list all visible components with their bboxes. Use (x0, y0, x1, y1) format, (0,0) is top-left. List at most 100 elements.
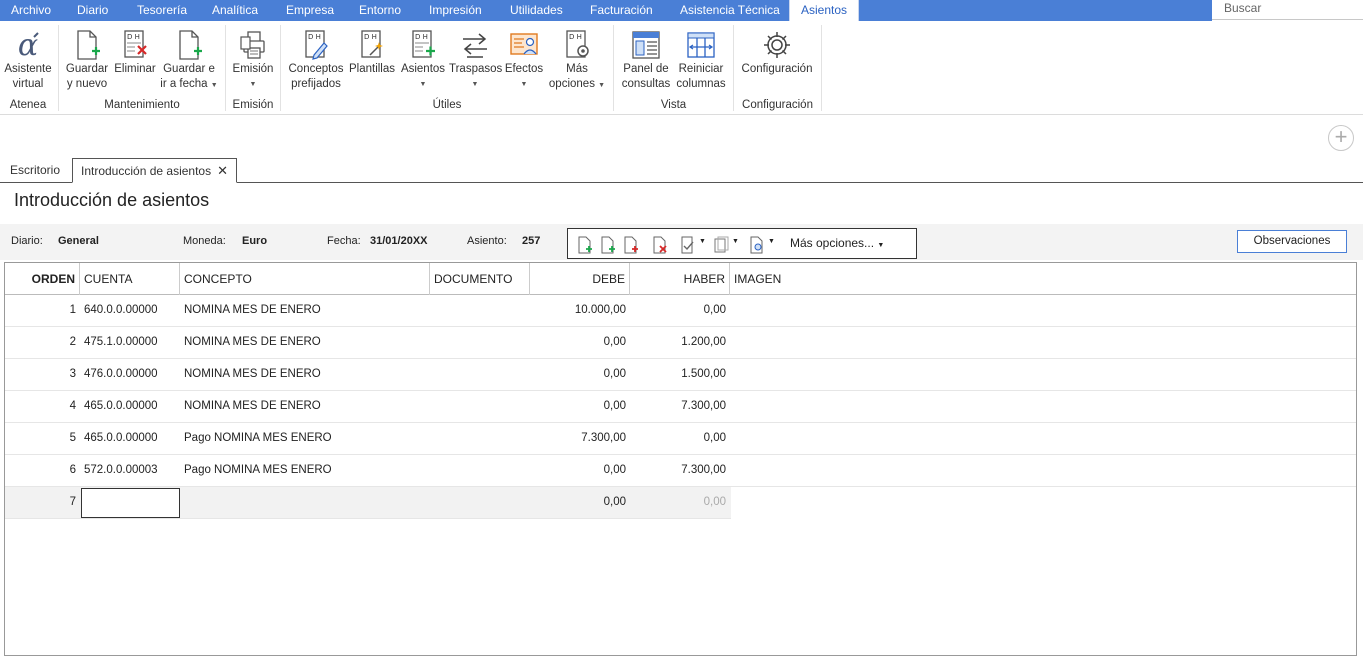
cell-cuenta[interactable]: 465.0.0.00000 (80, 423, 180, 455)
cell-concepto[interactable]: Pago NOMINA MES ENERO (180, 423, 430, 455)
table-row[interactable]: 2 475.1.0.00000 NOMINA MES DE ENERO 0,00… (5, 327, 1356, 359)
menu-empresa[interactable]: Empresa (286, 0, 334, 21)
fecha-value: 31/01/20XX (370, 235, 428, 247)
chevron-down-icon[interactable]: ▼ (699, 238, 706, 245)
cell-debe[interactable]: 0,00 (530, 359, 630, 391)
table-row[interactable]: 5 465.0.0.00000 Pago NOMINA MES ENERO 7.… (5, 423, 1356, 455)
cell-debe[interactable]: 7.300,00 (530, 423, 630, 455)
delete-line-icon[interactable] (652, 236, 668, 254)
conceptos-prefijados-button[interactable]: D H Conceptos prefijados (286, 29, 346, 92)
cell-documento[interactable] (430, 327, 530, 359)
more-options-dropdown[interactable]: Más opciones... ▼ (790, 236, 884, 250)
column-header-imagen[interactable]: IMAGEN (730, 263, 1356, 295)
table-row[interactable]: 4 465.0.0.00000 NOMINA MES DE ENERO 0,00… (5, 391, 1356, 423)
menu-entorno[interactable]: Entorno (359, 0, 401, 21)
cell-orden: 3 (69, 368, 76, 380)
column-header-orden[interactable]: ORDEN (5, 263, 80, 295)
cell-debe[interactable]: 10.000,00 (530, 295, 630, 327)
table-row[interactable]: 3 476.0.0.00000 NOMINA MES DE ENERO 0,00… (5, 359, 1356, 391)
chevron-down-icon[interactable]: ▼ (732, 238, 739, 245)
guardar-nuevo-button[interactable]: Guardar y nuevo (64, 29, 110, 92)
menu-utilidades[interactable]: Utilidades (510, 0, 563, 21)
traspasos-button[interactable]: Traspasos ▼ (449, 29, 502, 92)
column-header-haber[interactable]: HABER (630, 263, 730, 295)
check-document-icon[interactable] (680, 236, 696, 254)
chevron-down-icon: ▼ (520, 81, 528, 88)
menu-impresion[interactable]: Impresión (429, 0, 482, 21)
column-header-concepto[interactable]: CONCEPTO (180, 263, 430, 295)
cell-cuenta[interactable]: 640.0.0.00000 (80, 295, 180, 327)
cell-concepto[interactable]: NOMINA MES DE ENERO (180, 295, 430, 327)
chevron-down-icon: ▼ (877, 242, 885, 249)
insert-line-below-icon[interactable] (600, 236, 616, 254)
cell-documento[interactable] (430, 295, 530, 327)
table-row[interactable]: 6 572.0.0.00003 Pago NOMINA MES ENERO 0,… (5, 455, 1356, 487)
asientos-button[interactable]: D H Asientos ▼ (399, 29, 447, 92)
menu-tesoreria[interactable]: Tesorería (137, 0, 187, 21)
guardar-nuevo-label: Guardar y nuevo (65, 63, 109, 90)
add-tab-icon[interactable]: + (1328, 125, 1354, 151)
ribbon-separator (225, 25, 226, 111)
search-input[interactable]: Buscar (1212, 0, 1363, 20)
cell-documento[interactable] (430, 359, 530, 391)
table-row[interactable]: 1 640.0.0.00000 NOMINA MES DE ENERO 10.0… (5, 295, 1356, 327)
cell-haber[interactable]: 0,00 (630, 295, 730, 327)
cell-documento[interactable] (430, 423, 530, 455)
cell-documento[interactable] (430, 391, 530, 423)
panel-consultas-button[interactable]: Panel de consultas (618, 29, 674, 92)
insert-line-red-icon[interactable] (623, 236, 639, 254)
cell-orden: 2 (69, 336, 76, 348)
moneda-value: Euro (242, 235, 268, 247)
menu-archivo[interactable]: Archivo (11, 0, 51, 21)
cell-concepto[interactable]: NOMINA MES DE ENERO (180, 327, 430, 359)
copy-document-icon[interactable] (713, 236, 729, 254)
asistente-virtual-button[interactable]: α Asistente virtual (2, 29, 54, 92)
configuracion-button[interactable]: Configuración (738, 29, 816, 77)
tab-introduccion-asientos[interactable]: Introducción de asientos ✕ (72, 158, 237, 183)
printer-icon (240, 31, 265, 59)
cell-debe[interactable]: 0,00 (530, 327, 630, 359)
cell-haber[interactable]: 0,00 (630, 487, 730, 519)
column-header-cuenta[interactable]: CUENTA (80, 263, 180, 295)
cell-orden: 4 (69, 400, 76, 412)
cell-debe[interactable]: 0,00 (530, 391, 630, 423)
reiniciar-columnas-button[interactable]: Reiniciar columnas (674, 29, 728, 92)
cell-haber[interactable]: 7.300,00 (630, 391, 730, 423)
cell-concepto[interactable]: NOMINA MES DE ENERO (180, 359, 430, 391)
cell-haber[interactable]: 7.300,00 (630, 455, 730, 487)
cell-cuenta[interactable]: 475.1.0.00000 (80, 327, 180, 359)
observaciones-button[interactable]: Observaciones (1237, 230, 1347, 253)
menu-asientos[interactable]: Asientos (789, 0, 859, 21)
cell-debe[interactable]: 0,00 (530, 455, 630, 487)
plantillas-button[interactable]: D H Plantillas (347, 29, 397, 77)
insert-line-icon[interactable] (577, 236, 593, 254)
cell-documento[interactable] (430, 455, 530, 487)
column-header-debe[interactable]: DEBE (530, 263, 630, 295)
cell-haber[interactable]: 1.500,00 (630, 359, 730, 391)
cell-concepto[interactable]: NOMINA MES DE ENERO (180, 391, 430, 423)
ribbon-separator (613, 25, 614, 111)
guardar-fecha-button[interactable]: Guardar e ir a fecha ▼ (160, 29, 218, 93)
menu-asistencia-tecnica[interactable]: Asistencia Técnica (680, 0, 780, 21)
cell-debe[interactable]: 0,00 (530, 487, 630, 519)
menu-analitica[interactable]: Analítica (212, 0, 258, 21)
document-search-icon[interactable] (749, 236, 765, 254)
close-icon[interactable]: ✕ (217, 163, 228, 178)
cell-cuenta[interactable]: 476.0.0.00000 (80, 359, 180, 391)
cuenta-input[interactable] (81, 488, 180, 518)
chevron-down-icon[interactable]: ▼ (768, 238, 775, 245)
eliminar-button[interactable]: D H Eliminar (112, 29, 158, 77)
cell-haber[interactable]: 1.200,00 (630, 327, 730, 359)
tab-escritorio[interactable]: Escritorio (2, 158, 68, 183)
efectos-button[interactable]: Efectos ▼ (503, 29, 545, 92)
new-entry-row[interactable]: 7 0,00 0,00 (5, 487, 731, 519)
column-header-documento[interactable]: DOCUMENTO (430, 263, 530, 295)
cell-haber[interactable]: 0,00 (630, 423, 730, 455)
cell-concepto[interactable]: Pago NOMINA MES ENERO (180, 455, 430, 487)
cell-cuenta[interactable]: 572.0.0.00003 (80, 455, 180, 487)
menu-diario[interactable]: Diario (77, 0, 108, 21)
emision-button[interactable]: Emisión ▼ (230, 29, 276, 92)
mas-opciones-button[interactable]: D H Más opciones ▼ (548, 29, 606, 93)
cell-cuenta[interactable]: 465.0.0.00000 (80, 391, 180, 423)
menu-facturacion[interactable]: Facturación (590, 0, 653, 21)
